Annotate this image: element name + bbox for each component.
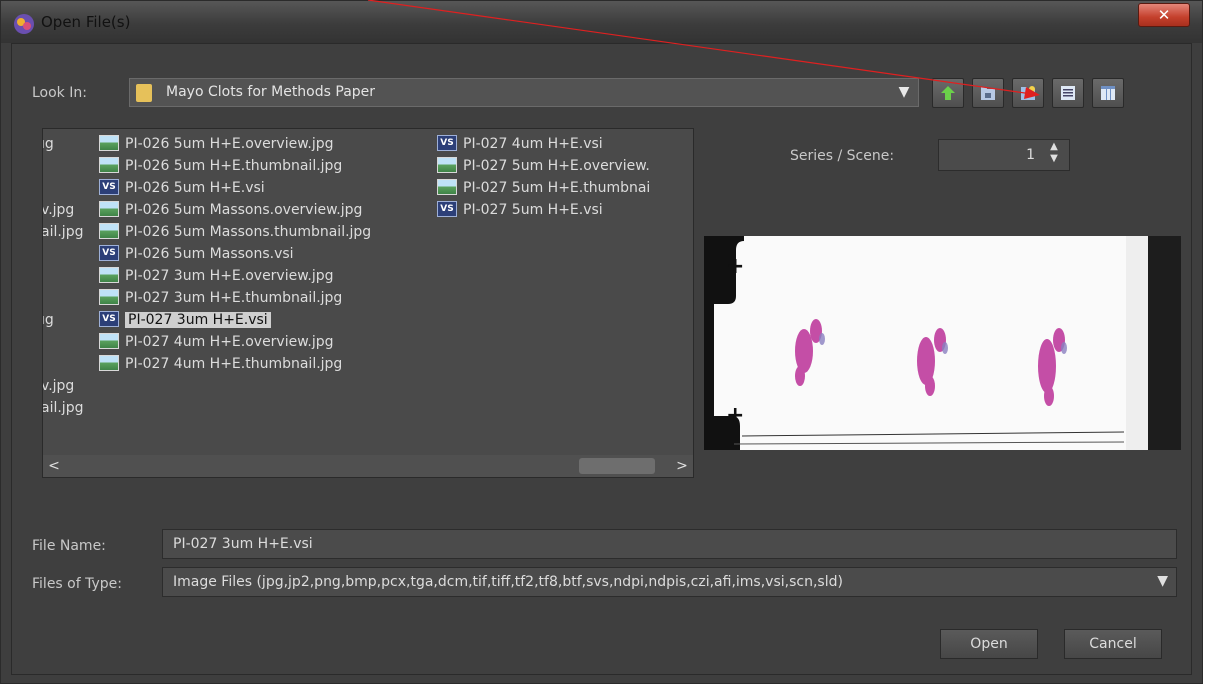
new-folder-button[interactable] [1012, 78, 1044, 108]
svg-text:+: + [726, 403, 744, 428]
look-in-combo[interactable]: Mayo Clots for Methods Paper ▼ [129, 78, 919, 107]
details-view-button[interactable] [1092, 78, 1124, 108]
image-file-icon [99, 289, 119, 305]
list-item[interactable]: VS PI-027 5um H+E.vsi [437, 199, 603, 221]
list-item[interactable]: PI-026 5um H+E.thumbnail.jpg [99, 155, 342, 177]
list-item[interactable]: VS PI-026 5um H+E.vsi [99, 177, 265, 199]
list-item[interactable]: PI-027 5um H+E.overview. [437, 155, 650, 177]
dialog-body: Look In: Mayo Clots for Methods Paper ▼ [11, 43, 1192, 675]
list-item[interactable]: PI-027 4um H+E.overview.jpg [99, 331, 334, 353]
open-button[interactable]: Open [940, 629, 1038, 659]
list-item-fragment[interactable]: ail.jpg [43, 224, 83, 240]
new-folder-icon [1021, 86, 1035, 100]
slide-preview-image: + + [704, 236, 1181, 450]
file-name-label: File Name: [32, 538, 106, 554]
scroll-right-button[interactable]: > [671, 455, 693, 477]
home-folder-icon [981, 87, 995, 100]
list-item[interactable]: VS PI-027 4um H+E.vsi [437, 133, 603, 155]
list-item-fragment[interactable]: ail.jpg [43, 400, 83, 416]
image-file-icon [99, 267, 119, 283]
list-item[interactable]: PI-027 3um H+E.thumbnail.jpg [99, 287, 342, 309]
look-in-label: Look In: [32, 85, 87, 101]
file-name-field[interactable]: PI-027 3um H+E.vsi [162, 529, 1177, 559]
list-item-fragment[interactable]: v.jpg [43, 202, 74, 218]
chevron-down-icon[interactable]: ▼ [890, 79, 918, 106]
vsi-file-icon: VS [99, 245, 119, 261]
image-file-icon [99, 201, 119, 217]
image-file-icon [99, 355, 119, 371]
list-item-fragment[interactable]: v.jpg [43, 378, 74, 394]
file-name-value: PI-027 3um H+E.vsi [173, 536, 313, 552]
files-of-type-value: Image Files (jpg,jp2,png,bmp,pcx,tga,dcm… [173, 574, 843, 590]
files-of-type-label: Files of Type: [32, 576, 122, 592]
window-title: Open File(s) [41, 13, 131, 31]
folder-icon [136, 84, 152, 102]
list-item[interactable]: PI-026 5um Massons.thumbnail.jpg [99, 221, 371, 243]
image-file-icon [437, 179, 457, 195]
list-item[interactable]: PI-027 5um H+E.thumbnai [437, 177, 650, 199]
home-folder-button[interactable] [972, 78, 1004, 108]
list-item[interactable]: PI-027 3um H+E.overview.jpg [99, 265, 334, 287]
look-in-value: Mayo Clots for Methods Paper [166, 84, 376, 100]
up-one-level-button[interactable] [932, 78, 964, 108]
list-item[interactable]: PI-026 5um H+E.overview.jpg [99, 133, 334, 155]
files-of-type-combo[interactable]: Image Files (jpg,jp2,png,bmp,pcx,tga,dcm… [162, 567, 1177, 597]
list-item[interactable]: PI-026 5um Massons.overview.jpg [99, 199, 362, 221]
list-view-button[interactable] [1052, 78, 1084, 108]
series-scene-spinner[interactable]: 1 ▲ ▼ [938, 139, 1070, 171]
svg-text:+: + [726, 254, 744, 279]
vsi-file-icon: VS [99, 179, 119, 195]
vsi-file-icon: VS [437, 201, 457, 217]
scrollbar-thumb[interactable] [579, 458, 655, 474]
close-button[interactable]: ✕ [1138, 3, 1190, 27]
up-arrow-icon [941, 86, 955, 100]
vsi-file-icon: VS [437, 135, 457, 151]
horizontal-scrollbar[interactable]: < > [43, 455, 693, 477]
image-preview: + + [704, 236, 1181, 450]
series-scene-value: 1 [1026, 147, 1035, 163]
scroll-left-button[interactable]: < [43, 455, 65, 477]
vsi-file-icon: VS [99, 311, 119, 327]
cancel-button[interactable]: Cancel [1064, 629, 1162, 659]
list-item-fragment[interactable]: ıg [43, 136, 54, 152]
list-item-selected[interactable]: VS PI-027 3um H+E.vsi [99, 309, 271, 331]
details-view-icon [1101, 86, 1115, 100]
list-item-fragment[interactable]: ıg [43, 312, 54, 328]
file-list[interactable]: ıg v.jpg ail.jpg ıg v.jpg ail.jpg PI-026… [42, 128, 694, 478]
chevron-down-icon[interactable]: ▼ [1157, 573, 1168, 589]
list-item[interactable]: VS PI-026 5um Massons.vsi [99, 243, 294, 265]
series-scene-label: Series / Scene: [790, 148, 895, 164]
list-item[interactable]: PI-027 4um H+E.thumbnail.jpg [99, 353, 342, 375]
list-view-icon [1061, 86, 1075, 100]
image-file-icon [99, 223, 119, 239]
image-file-icon [99, 333, 119, 349]
image-file-icon [99, 157, 119, 173]
open-file-dialog: Open File(s) ✕ Look In: Mayo Clots for M… [0, 0, 1203, 684]
app-icon [14, 14, 34, 34]
title-bar[interactable]: Open File(s) ✕ [1, 1, 1202, 43]
image-file-icon [99, 135, 119, 151]
spinner-arrows-icon[interactable]: ▲ ▼ [1045, 141, 1063, 169]
image-file-icon [437, 157, 457, 173]
